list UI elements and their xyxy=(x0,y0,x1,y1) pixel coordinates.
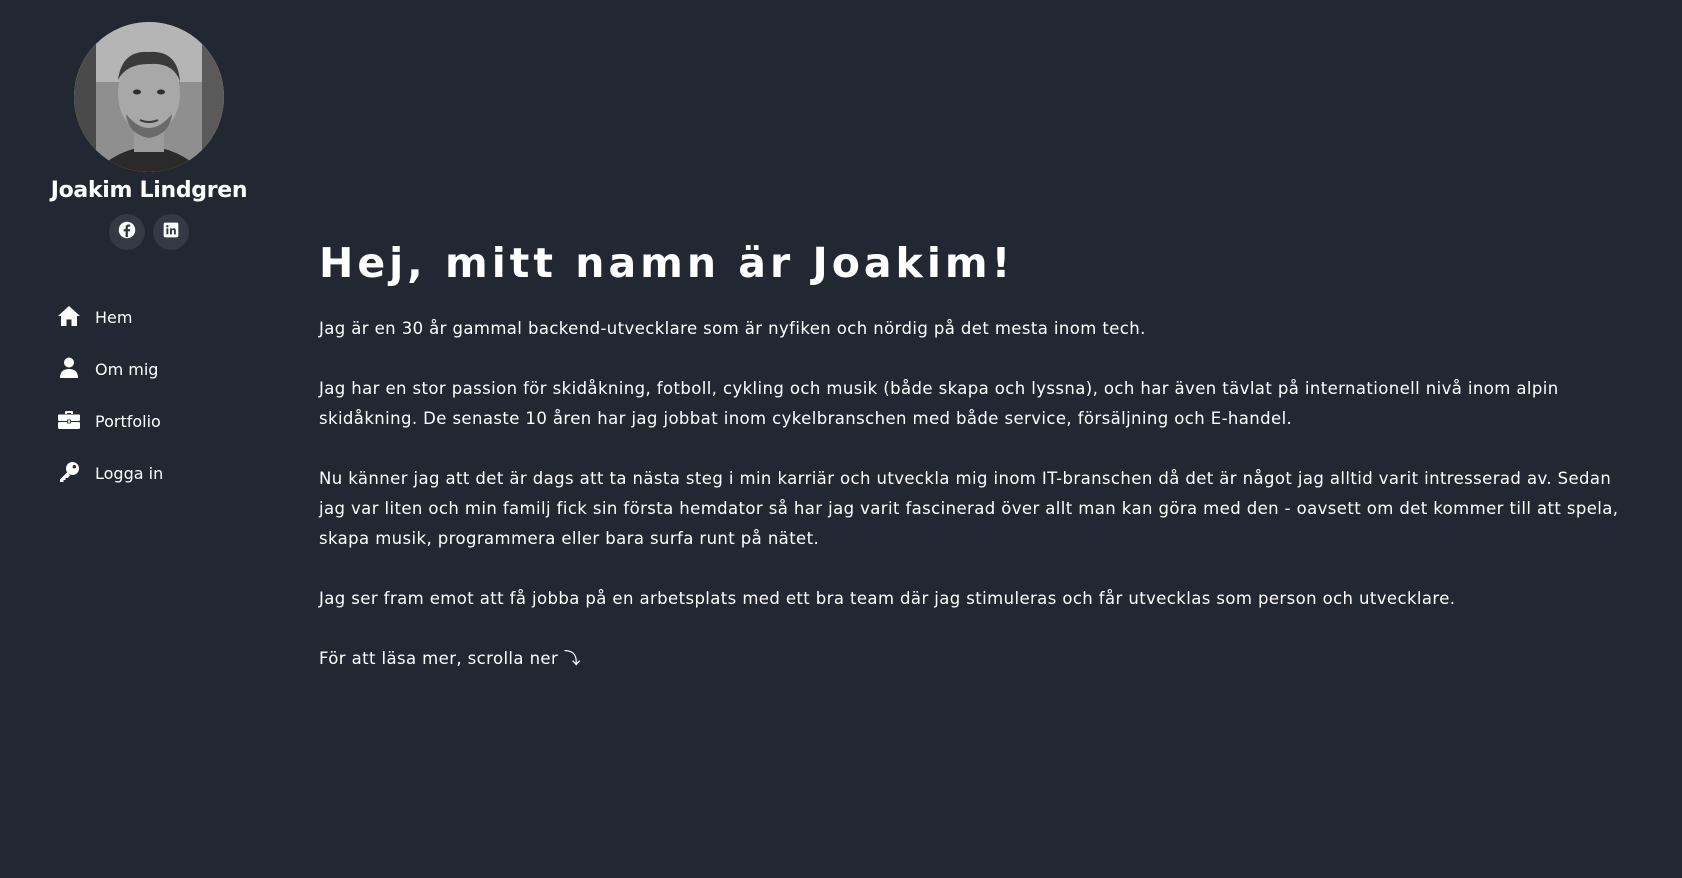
main-content: Hej, mitt namn är Joakim! Jag är en 30 å… xyxy=(319,236,1619,674)
profile-name: Joakim Lindgren xyxy=(50,178,248,203)
nav-label-portfolio: Portfolio xyxy=(95,412,161,431)
nav-item-logga-in[interactable]: Logga in xyxy=(57,446,163,498)
nav-item-om-mig[interactable]: Om mig xyxy=(57,342,163,394)
avatar-photo xyxy=(74,22,224,172)
nav-item-hem[interactable]: Hem xyxy=(57,290,163,342)
career-paragraph: Nu känner jag att det är dags att ta näs… xyxy=(319,469,1619,548)
social-links xyxy=(109,214,189,250)
goal-paragraph: Jag ser fram emot att få jobba på en arb… xyxy=(319,589,1456,608)
linkedin-button[interactable] xyxy=(153,214,189,250)
intro-paragraph: Jag är en 30 år gammal backend-utvecklar… xyxy=(319,319,1146,338)
linkedin-icon xyxy=(163,222,179,242)
user-icon xyxy=(57,356,81,380)
main-nav: Hem Om mig Portfolio Logga in xyxy=(57,290,163,498)
home-icon xyxy=(57,304,81,328)
briefcase-icon xyxy=(57,408,81,432)
avatar xyxy=(74,22,224,172)
nav-item-portfolio[interactable]: Portfolio xyxy=(57,394,163,446)
passion-paragraph: Jag har en stor passion för skidåkning, … xyxy=(319,379,1559,428)
facebook-icon xyxy=(118,221,136,243)
sidebar: Joakim Lindgren Hem Om mig Portfolio Log… xyxy=(0,0,300,878)
nav-label-hem: Hem xyxy=(95,308,133,327)
key-icon xyxy=(57,460,81,484)
scroll-hint: För att läsa mer, scrolla ner ⤵ xyxy=(319,649,581,668)
nav-label-logga-in: Logga in xyxy=(95,464,164,483)
page-headline: Hej, mitt namn är Joakim! xyxy=(319,239,1015,287)
nav-label-om-mig: Om mig xyxy=(95,360,159,379)
facebook-button[interactable] xyxy=(109,214,145,250)
